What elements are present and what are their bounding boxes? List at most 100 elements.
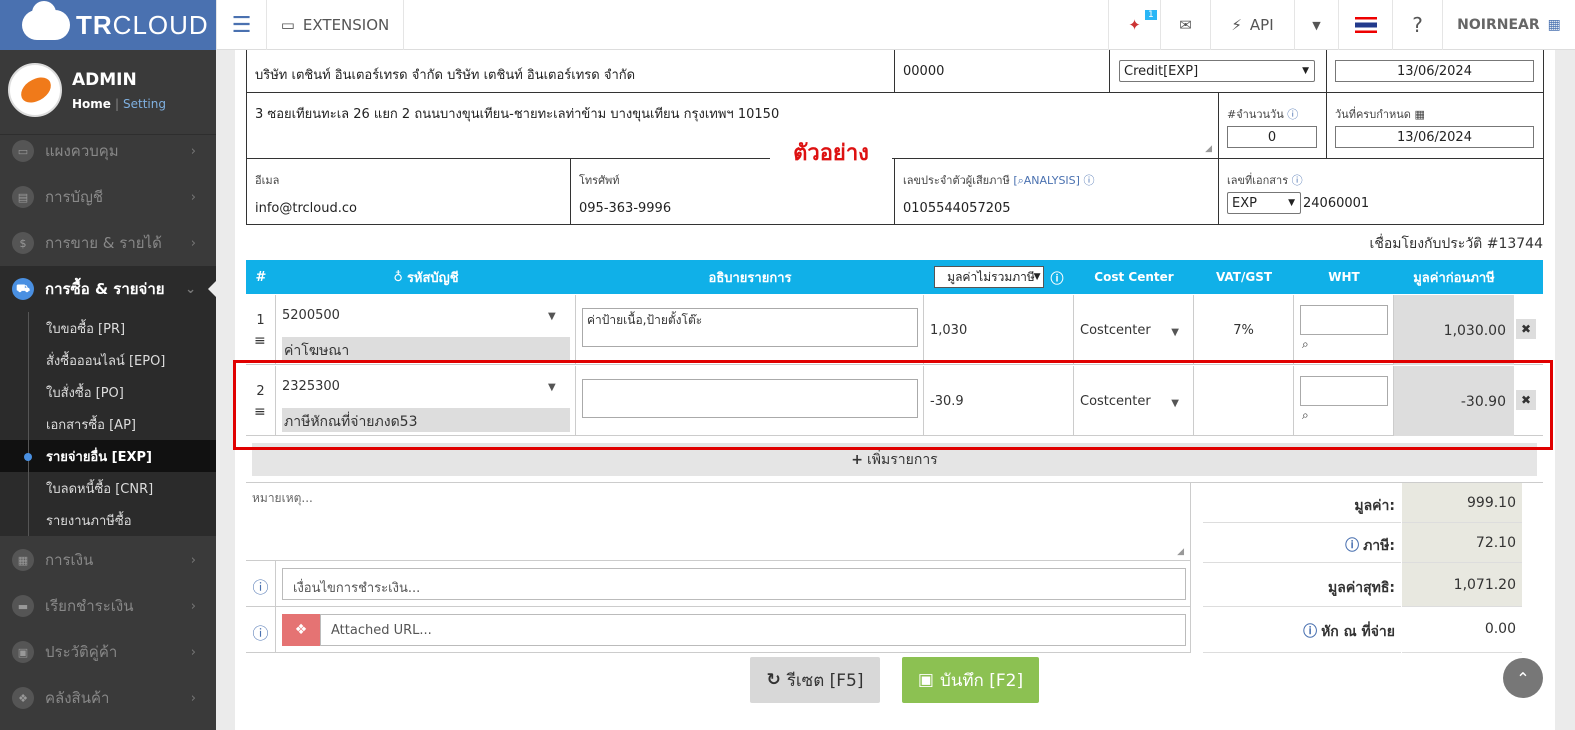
search-icon[interactable]: ⌕ [1302,408,1309,423]
payment-select[interactable]: Credit[EXP] ▼ [1119,60,1315,82]
resize-handle-icon[interactable]: ◢ [1205,144,1212,154]
cost-center-select[interactable]: Costcenter [1080,394,1151,409]
caret-down-icon[interactable]: ▼ [1171,398,1179,409]
items-table-header: # ♁ รหัสบัญชี อธิบายรายการ มูลค่าไม่รวมภา… [246,260,1543,294]
add-row-button[interactable]: + เพิ่มรายการ [252,443,1537,476]
value-input[interactable]: -30.9 [924,366,1074,436]
wht-input[interactable] [1300,376,1388,406]
submenu-label: รายจ่ายอื่น [EXP] [46,449,152,465]
taxid-value[interactable]: 0105544057205 [903,201,1210,216]
phone-value[interactable]: 095-363-9996 [579,201,886,216]
cost-center-select[interactable]: Costcenter [1080,323,1151,338]
submenu-ap[interactable]: เอกสารซื้อ [AP] [0,408,216,440]
note-textarea[interactable]: หมายเหตุ... ◢ [246,483,1191,561]
delete-row-icon[interactable]: ✖ [1516,319,1536,339]
address-text[interactable]: 3 ซอยเทียนทะเล 26 แยก 2 ถนนบางขุนเทียน-ช… [255,107,779,122]
vat-select[interactable]: 7% [1194,295,1294,365]
resize-handle-icon[interactable]: ◢ [1177,547,1184,557]
mail-icon[interactable]: ✉ [1160,0,1210,50]
analysis-link[interactable]: ANALYSIS [1024,174,1076,187]
user-menu[interactable]: NOIRNEAR ▦ [1442,0,1575,50]
thai-flag-icon[interactable] [1338,0,1392,50]
vat-select[interactable] [1194,366,1294,436]
days-input[interactable]: 0 [1227,126,1317,148]
company-name: บริษัท เตชินท์ อินเตอร์เทรด จำกัด บริษัท… [247,50,895,93]
description-textarea[interactable]: ค่าป้ายเนื้อ,ป้ายตั้งโต๊ะ [582,308,918,347]
caret-down-icon[interactable]: ▼ [548,311,556,322]
extension-label: EXTENSION [302,16,390,34]
monitor-icon: ▭ [12,140,34,162]
drag-handle-icon[interactable]: ≡ [254,333,268,349]
wht-input[interactable] [1300,305,1388,335]
drag-handle-icon[interactable]: ≡ [254,404,268,420]
payment-condition-input[interactable]: เงื่อนไขการชำระเงิน... [282,568,1186,600]
doc-prefix-select[interactable]: EXP ▼ [1227,192,1301,214]
sidebar-item-inventory[interactable]: ❖ คลังสินค้า › [0,675,216,721]
chevron-right-icon: › [190,598,196,614]
col-num: # [255,269,267,285]
due-date-label: วันที่ครบกำหนด [1335,108,1411,121]
description-textarea[interactable] [582,379,918,418]
extension-menu[interactable]: ▭ EXTENSION [266,0,404,50]
subtotal-value: 999.10 [1402,483,1522,523]
home-link[interactable]: Home [72,97,111,111]
trcloud-logo[interactable]: TRCLOUD [0,0,216,50]
submenu-epo[interactable]: สั่งซื้อออนไลน์ [EPO] [0,344,216,376]
value-input[interactable]: 1,030 [924,295,1074,365]
payment-cell: Credit[EXP] ▼ [1110,50,1327,93]
sidebar-item-sales[interactable]: $ การขาย & รายได้ › [0,220,216,266]
party-info-grid: บริษัท เตชินท์ อินเตอร์เทรด จำกัด บริษัท… [246,50,1544,225]
info-icon: ⓘ [1050,271,1064,287]
col-pretax: มูลค่าก่อนภาษี [1413,270,1495,286]
cost-center-cell: Costcenter ▼ [1074,295,1194,365]
docno-cell: เลขที่เอกสาร ⓘ EXP ▼ 24060001 [1219,159,1544,225]
caret-down-icon[interactable]: ▼ [548,382,556,393]
sidebar-item-dashboard[interactable]: ▭ แผงควบคุม › [0,128,216,174]
taxid-cell: เลขประจำตัวผู้เสียภาษี [⌕ANALYSIS] ⓘ 010… [895,159,1219,225]
due-date-input[interactable]: 13/06/2024 [1335,126,1534,148]
api-menu[interactable]: ⚡ API [1210,0,1294,50]
attached-url-input[interactable]: Attached URL... [320,614,1186,646]
email-value[interactable]: info@trcloud.co [255,201,562,216]
add-row-label: เพิ่มรายการ [867,451,938,468]
notification-button[interactable]: ✦ 1 [1108,0,1160,50]
chevron-down-icon: ▼ [1033,272,1041,282]
history-link[interactable]: เชื่อมโยงกับประวัติ #13744 [1370,233,1543,255]
search-icon[interactable]: ⌕ [1302,337,1309,352]
doc-date-cell: 13/06/2024 [1327,50,1544,93]
setting-link[interactable]: Setting [123,97,166,111]
submenu-label: ใบสั่งซื้อ [PO] [46,385,124,401]
sidebar-item-contacts[interactable]: ▣ ประวัติคู่ค้า › [0,629,216,675]
book-icon: ▤ [12,186,34,208]
delete-row-icon[interactable]: ✖ [1516,390,1536,410]
chevron-down-icon: ▼ [1302,66,1309,76]
reset-button[interactable]: ↻ รีเซต [F5] [750,657,880,703]
save-button[interactable]: ▣ บันทึก [F2] [902,657,1039,703]
doc-date-input[interactable]: 13/06/2024 [1335,60,1534,82]
account-code-select[interactable]: 2325300 [282,379,340,394]
chevron-down-icon[interactable]: ▼ [1294,0,1338,50]
caret-down-icon[interactable]: ▼ [1171,327,1179,338]
sidebar-item-purchase[interactable]: ⛟ การซื้อ & รายจ่าย ⌄ [0,266,216,312]
description-cell: ค่าป้ายเนื้อ,ป้ายตั้งโต๊ะ [576,295,924,365]
sidebar-item-finance[interactable]: ▦ การเงิน › [0,537,216,583]
submenu-tax-report[interactable]: รายงานภาษีซื้อ [0,504,216,536]
sidebar-item-billing[interactable]: ▬ เรียกชำระเงิน › [0,583,216,629]
submenu-po[interactable]: ใบสั่งซื้อ [PO] [0,376,216,408]
submenu-pr[interactable]: ใบขอซื้อ [PR] [0,312,216,344]
hamburger-icon[interactable]: ☰ [216,0,266,50]
value-type-select[interactable]: มูลค่าไม่รวมภาษี ▼ [934,266,1045,288]
chevron-right-icon: › [190,189,196,205]
admin-name: ADMIN [72,70,137,90]
account-code-select[interactable]: 5200500 [282,308,340,323]
col-value: มูลค่าไม่รวมภาษี ▼ ⓘ [924,260,1074,294]
doc-number[interactable]: 24060001 [1303,196,1369,211]
sidebar-item-accounting[interactable]: ▤ การบัญชี › [0,174,216,220]
submenu-exp[interactable]: รายจ่ายอื่น [EXP] [0,440,216,472]
submenu-cnr[interactable]: ใบลดหนี้ซื้อ [CNR] [0,472,216,504]
help-icon[interactable]: ? [1392,0,1442,50]
calendar-icon: ▦ [12,549,34,571]
scroll-top-icon[interactable]: ⌃ [1503,658,1543,698]
dropbox-icon[interactable]: ❖ [282,614,320,646]
table-row: 1 ≡ 5200500 ▼ ค่าโฆษณา ค่าป้ายเนื้อ,ป้าย… [246,295,1543,365]
